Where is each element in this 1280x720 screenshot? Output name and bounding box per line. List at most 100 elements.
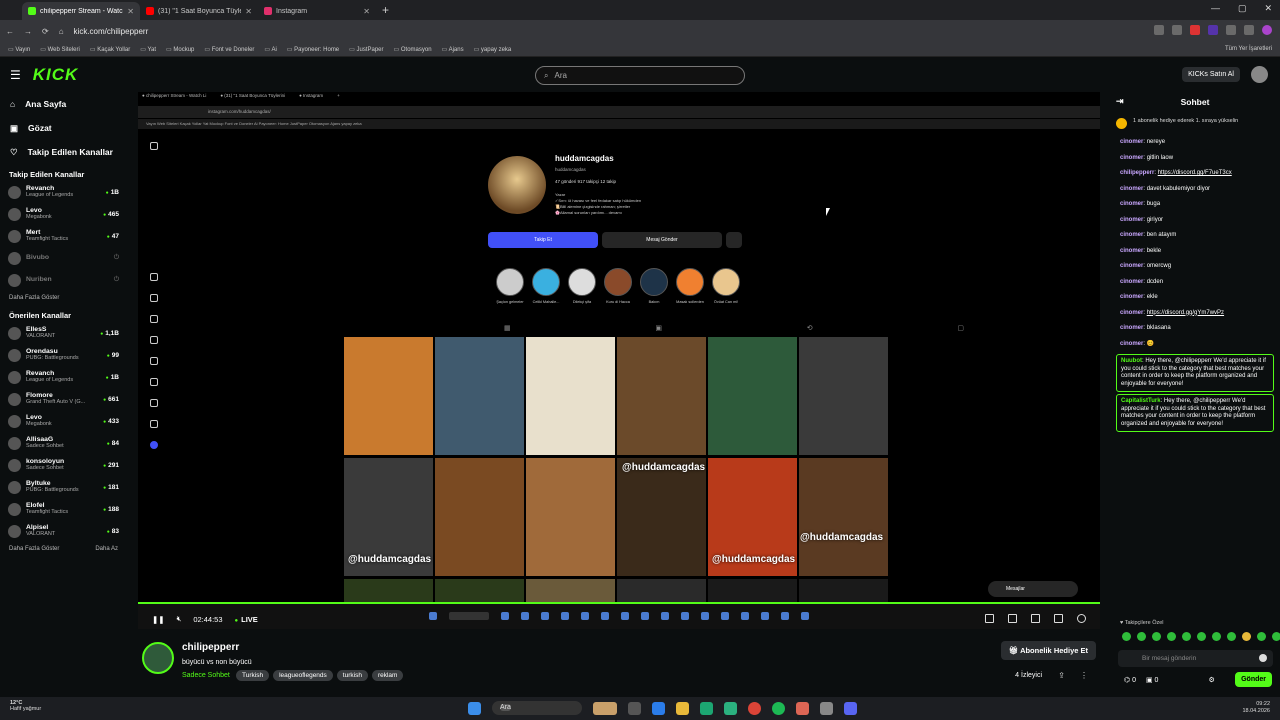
sidebar-nav-item[interactable]: ▣ Gözat bbox=[0, 116, 127, 140]
chat-link[interactable]: https://discord.gg/F7ueT3cx bbox=[1158, 170, 1232, 176]
system-tray-clock[interactable]: 09:22 18.04.2026 bbox=[1242, 701, 1270, 715]
search-input[interactable]: ⌕ Ara bbox=[535, 66, 745, 85]
chat-input[interactable]: Bir mesaj gönderin bbox=[1118, 650, 1273, 667]
weather-widget[interactable]: 12°C Hafif yağmur bbox=[10, 700, 41, 712]
chat-username[interactable]: cinomer bbox=[1120, 263, 1143, 269]
reload-icon[interactable]: ⟳ bbox=[42, 27, 49, 36]
settings-icon[interactable] bbox=[1077, 614, 1086, 623]
channel-item[interactable]: FlomoreGrand Theft Auto V (G... 661 bbox=[0, 388, 127, 410]
chrome-icon[interactable] bbox=[748, 701, 761, 715]
emote[interactable] bbox=[1212, 632, 1221, 641]
fullscreen-icon[interactable] bbox=[1054, 614, 1063, 623]
show-more-link[interactable]: Daha Fazla Göster bbox=[9, 546, 59, 552]
channel-item[interactable]: RevanchLeague of Legends 1B bbox=[0, 181, 127, 203]
channel-item[interactable]: ElofelTeamfight Tactics 188 bbox=[0, 498, 127, 520]
discord-icon[interactable] bbox=[844, 701, 857, 715]
emote[interactable] bbox=[1182, 632, 1191, 641]
chat-username[interactable]: chilipepperr bbox=[1120, 170, 1154, 176]
emote[interactable] bbox=[1227, 632, 1236, 641]
bookmark-item[interactable]: Ajans bbox=[442, 46, 464, 53]
forward-icon[interactable]: → bbox=[24, 27, 32, 36]
emote[interactable] bbox=[1167, 632, 1176, 641]
chat-username[interactable]: cinomer bbox=[1120, 186, 1143, 192]
channel-item[interactable]: konsoloyunSadece Sohbet 291 bbox=[0, 454, 127, 476]
maximize-icon[interactable]: ▢ bbox=[1238, 3, 1247, 14]
video-player[interactable]: ● chilipepperr Stream - Watch Li ● (31) "… bbox=[138, 92, 1100, 629]
gift-subscription-button[interactable]: 🎁︎ Abonelik Hediye Et bbox=[1000, 641, 1096, 660]
emote[interactable] bbox=[1257, 632, 1266, 641]
browser-tab[interactable]: (31) "1 Saat Boyunca Tüylerini ✕ bbox=[140, 2, 258, 20]
emote[interactable] bbox=[1137, 632, 1146, 641]
chat-link[interactable]: https://discord.gg/gYm7wvPz bbox=[1147, 310, 1224, 316]
collapse-chat-icon[interactable]: ⇥ bbox=[1116, 96, 1124, 107]
clip-icon[interactable] bbox=[985, 614, 994, 623]
theater-icon[interactable] bbox=[1008, 614, 1017, 623]
extension-icon[interactable] bbox=[1154, 25, 1164, 35]
taskbar-app-icon[interactable] bbox=[796, 701, 809, 715]
channel-item[interactable]: LevoMegabonk 465 bbox=[0, 203, 127, 225]
stream-tag[interactable]: leagueoflegends bbox=[273, 670, 333, 681]
user-avatar[interactable] bbox=[1251, 66, 1268, 83]
channel-item[interactable]: ByltukePUBG: Battlegrounds 181 bbox=[0, 476, 127, 498]
taskbar-search[interactable]: Ara bbox=[492, 701, 582, 715]
taskbar-app-icon[interactable] bbox=[820, 701, 833, 715]
taskbar-app-icon[interactable] bbox=[724, 701, 737, 715]
send-button[interactable]: Gönder bbox=[1235, 672, 1272, 687]
extension-icon[interactable] bbox=[1172, 25, 1182, 35]
pip-icon[interactable] bbox=[1031, 614, 1040, 623]
channel-item[interactable]: Nuriben ⏻ bbox=[0, 269, 127, 291]
extension-icon[interactable] bbox=[1208, 25, 1218, 35]
chat-username[interactable]: cinomer bbox=[1120, 279, 1143, 285]
minimize-icon[interactable]: — bbox=[1211, 3, 1220, 14]
more-options-icon[interactable]: ⋮ bbox=[1080, 671, 1088, 680]
emote[interactable] bbox=[1152, 632, 1161, 641]
pinned-gift-banner[interactable]: 1 abonelik hediye ederek 1. sıraya yükse… bbox=[1116, 118, 1274, 129]
tab-close-icon[interactable]: ✕ bbox=[127, 7, 134, 16]
bookmark-item[interactable]: Yat bbox=[140, 46, 156, 53]
channel-item[interactable]: OrendasuPUBG: Battlegrounds 99 bbox=[0, 344, 127, 366]
taskbar-app-icon[interactable] bbox=[676, 701, 689, 715]
taskbar-app-icon[interactable] bbox=[593, 701, 617, 715]
emote[interactable] bbox=[1242, 632, 1251, 641]
streamer-name[interactable]: chilipepperr bbox=[182, 642, 239, 653]
extension-icon[interactable] bbox=[1190, 25, 1200, 35]
browser-tab[interactable]: Instagram ✕ bbox=[258, 2, 376, 20]
chat-username[interactable]: cinomer bbox=[1120, 325, 1143, 331]
tab-close-icon[interactable]: ✕ bbox=[363, 7, 370, 16]
close-icon[interactable]: ✕ bbox=[1264, 3, 1272, 14]
extension-icon[interactable] bbox=[1244, 25, 1254, 35]
browser-tab[interactable]: chilipepperr Stream - Watch Li ✕ bbox=[22, 2, 140, 20]
channel-item[interactable]: Bivubo ⏻ bbox=[0, 247, 127, 269]
bookmark-item[interactable]: Payoneer: Home bbox=[287, 46, 339, 53]
sidebar-nav-item[interactable]: ⌂ Ana Sayfa bbox=[0, 92, 127, 116]
extension-icon[interactable] bbox=[1226, 25, 1236, 35]
bookmark-item[interactable]: Font ve Doneler bbox=[204, 46, 255, 53]
chat-username[interactable]: cinomer bbox=[1120, 294, 1143, 300]
chat-username[interactable]: cinomer bbox=[1120, 201, 1143, 207]
sidebar-nav-item[interactable]: ♡ Takip Edilen Kanallar bbox=[0, 140, 127, 164]
url-field[interactable]: kick.com/chilipepperr bbox=[74, 27, 149, 36]
taskbar-app-icon[interactable] bbox=[652, 701, 665, 715]
chat-username[interactable]: Nuubot bbox=[1121, 358, 1142, 364]
chat-username[interactable]: cinomer bbox=[1120, 310, 1143, 316]
bookmark-item[interactable]: Vayın bbox=[8, 46, 30, 53]
streamer-avatar[interactable] bbox=[142, 642, 174, 674]
show-less-link[interactable]: Daha Az bbox=[95, 546, 118, 552]
buy-kicks-button[interactable]: KICKs Satın Al bbox=[1182, 67, 1240, 82]
emoji-icon[interactable] bbox=[1259, 654, 1267, 662]
chat-username[interactable]: cinomer bbox=[1120, 217, 1143, 223]
taskbar-app-icon[interactable] bbox=[628, 701, 641, 715]
stream-tag[interactable]: Turkish bbox=[236, 670, 270, 681]
share-icon[interactable]: ⇪ bbox=[1058, 671, 1065, 680]
bookmark-item[interactable]: JustPaper bbox=[349, 46, 384, 53]
stream-category[interactable]: Sadece Sohbet bbox=[182, 672, 230, 679]
mute-icon[interactable]: 🔇︎ bbox=[177, 614, 182, 624]
bookmark-item[interactable]: Otomasyon bbox=[394, 46, 432, 53]
back-icon[interactable]: ← bbox=[6, 27, 14, 36]
emote[interactable] bbox=[1272, 632, 1280, 641]
menu-icon[interactable]: ☰ bbox=[10, 68, 21, 82]
bookmark-item[interactable]: Kaçak Yollar bbox=[90, 46, 130, 53]
channel-item[interactable]: AlpiselVALORANT 83 bbox=[0, 520, 127, 542]
stream-tag[interactable]: turkish bbox=[336, 670, 368, 681]
stream-tag[interactable]: reklam bbox=[371, 670, 404, 681]
